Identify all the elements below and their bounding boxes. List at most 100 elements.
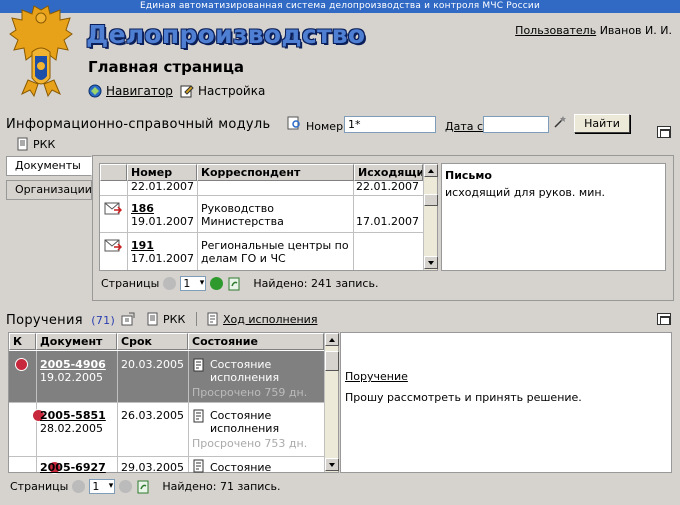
assignments-scrollbar[interactable] (324, 333, 339, 472)
next-page-icon[interactable] (119, 480, 133, 493)
assignment-row-1-doc-cell[interactable]: 2005-5851 28.02.2005 (40, 409, 115, 435)
assignment-preview-title[interactable]: Поручение (345, 370, 408, 383)
assignment-row-1-doc[interactable]: 2005-5851 (40, 409, 106, 422)
user-area: Пользователь Иванов И. И. (515, 24, 672, 37)
date-from-label[interactable]: Дата с (445, 120, 483, 133)
date-from-input[interactable] (483, 116, 549, 133)
assignment-row-1-state: Состояние исполнения (210, 409, 280, 435)
letter-incoming-icon (104, 202, 122, 215)
user-link[interactable]: Пользователь (515, 24, 596, 37)
user-name: Иванов И. И. (599, 24, 672, 37)
tab-documents[interactable]: Документы (6, 156, 92, 176)
assignments-rkk-label: РКК (163, 312, 186, 326)
new-assignment-icon[interactable] (121, 312, 135, 326)
progress-label: Ход исполнения (223, 312, 318, 326)
state-doc-icon (193, 409, 204, 423)
maximize-assignments-icon[interactable] (657, 313, 671, 325)
column-header-k[interactable]: К (9, 333, 36, 350)
documents-found-text: Найдено: 241 запись. (253, 277, 379, 290)
navigator-icon (88, 84, 102, 98)
number-label: Номер (306, 120, 344, 133)
scroll-thumb[interactable] (325, 351, 339, 371)
assignments-title: Поручения (6, 313, 83, 328)
pages-label: Страницы (101, 277, 160, 290)
assignment-row-0-date: 19.02.2005 (40, 371, 103, 384)
toolbar-divider (196, 312, 197, 326)
assignment-row-0-deadline: 20.03.2005 (121, 358, 184, 371)
assignments-found-text: Найдено: 71 запись. (162, 480, 281, 493)
preview-title: Письмо (445, 169, 492, 182)
info-rkk-button[interactable]: РКК (16, 137, 55, 151)
tab-organizations[interactable]: Организации (6, 180, 92, 200)
nav-navigator-link[interactable]: Навигатор (88, 84, 173, 98)
scroll-up-icon[interactable] (424, 164, 438, 177)
refresh-icon[interactable] (227, 277, 241, 291)
doc-row-1-date: 19.01.2007 (131, 215, 194, 228)
doc-row-0-date: 22.01.2007 (131, 180, 194, 193)
document-preview: Письмо исходящий для руков. мин. (441, 163, 666, 271)
column-header-correspondent[interactable]: Корреспондент (197, 164, 354, 181)
assignment-preview-text: Прошу рассмотреть и принять решение. (345, 391, 582, 404)
assignment-row-2-doc[interactable]: 2005-6927 (40, 461, 106, 474)
column-header-document[interactable]: Документ (36, 333, 117, 350)
doc-row-1-number[interactable]: 186 (131, 202, 154, 215)
progress-button[interactable]: Ход исполнения (206, 312, 317, 326)
page-select[interactable]: 1 (180, 276, 207, 291)
preview-text: исходящий для руков. мин. (445, 186, 606, 199)
assignment-row-0-overdue: Просрочено 759 дн. (192, 386, 308, 399)
next-page-icon[interactable] (210, 277, 224, 290)
nav-navigator-label: Навигатор (106, 84, 173, 98)
documents-pager: Страницы 1 Найдено: 241 запись. (101, 276, 378, 291)
find-button[interactable]: Найти (574, 114, 630, 133)
rkk-icon (17, 137, 28, 151)
search-card-icon (287, 116, 300, 130)
scroll-up-icon[interactable] (325, 333, 339, 346)
assignment-row-1-deadline: 26.03.2005 (121, 409, 184, 422)
state-doc-icon (193, 358, 204, 372)
assignment-row-0-doc-cell[interactable]: 2005-4906 19.02.2005 (40, 358, 115, 384)
scroll-thumb[interactable] (424, 194, 438, 206)
nav-settings-link[interactable]: Настройка (180, 84, 265, 98)
info-rkk-label: РКК (33, 137, 56, 151)
doc-row-2-number-cell[interactable]: 191 17.01.2007 (131, 239, 195, 265)
column-header-state[interactable]: Состояние (188, 333, 324, 350)
assignment-row-1-overdue: Просрочено 753 дн. (192, 437, 308, 450)
page-select[interactable]: 1 (89, 479, 116, 494)
settings-icon (180, 85, 194, 98)
prev-page-icon[interactable] (163, 277, 177, 290)
number-input[interactable] (344, 116, 436, 133)
scroll-down-icon[interactable] (325, 458, 339, 471)
assignments-count[interactable]: (71) (91, 314, 115, 327)
page-title: Главная страница (88, 58, 245, 76)
rkk-icon (147, 312, 158, 326)
system-name-bar: Единая автоматизированная система делопр… (0, 0, 680, 13)
assignment-row-0-state: Состояние исполнения (210, 358, 280, 384)
doc-row-0-outgoing: 22.01.2007 (356, 180, 419, 193)
maximize-info-icon[interactable] (657, 126, 671, 138)
doc-row-1-number-cell[interactable]: 186 19.01.2007 (131, 202, 195, 228)
doc-row-2-date: 17.01.2007 (131, 252, 194, 265)
prev-page-icon[interactable] (72, 480, 86, 493)
doc-row-2-number[interactable]: 191 (131, 239, 154, 252)
state-doc-icon (193, 459, 204, 473)
calendar-wand-icon[interactable] (553, 115, 567, 129)
progress-doc-icon (207, 312, 218, 326)
column-header-deadline[interactable]: Срок (117, 333, 188, 350)
assignment-row-0-doc[interactable]: 2005-4906 (40, 358, 106, 371)
documents-scrollbar[interactable] (423, 164, 438, 270)
assignment-preview: Поручение Прошу рассмотреть и принять ре… (340, 332, 672, 473)
refresh-icon[interactable] (136, 480, 150, 494)
assignment-row-1-date: 28.02.2005 (40, 422, 103, 435)
assignments-header: Поручения (71) (6, 313, 115, 328)
assignment-row-2-doc-cell[interactable]: 2005-6927 (40, 461, 115, 474)
control-mark-icon (15, 358, 28, 371)
doc-row-2-correspondent: Региональные центры по делам ГО и ЧС (201, 239, 349, 265)
assignment-row-2-deadline: 29.03.2005 (121, 461, 184, 474)
column-header-outgoing[interactable]: Исходящий (354, 164, 423, 181)
info-module-title: Информационно-справочный модуль (6, 117, 271, 132)
nav-settings-label: Настройка (198, 84, 266, 98)
assignments-rkk-button[interactable]: РКК (146, 312, 185, 326)
scroll-down-icon[interactable] (424, 256, 438, 269)
assignment-row-2-state: Состояние (210, 461, 272, 472)
column-header-number[interactable]: Номер (127, 164, 197, 181)
